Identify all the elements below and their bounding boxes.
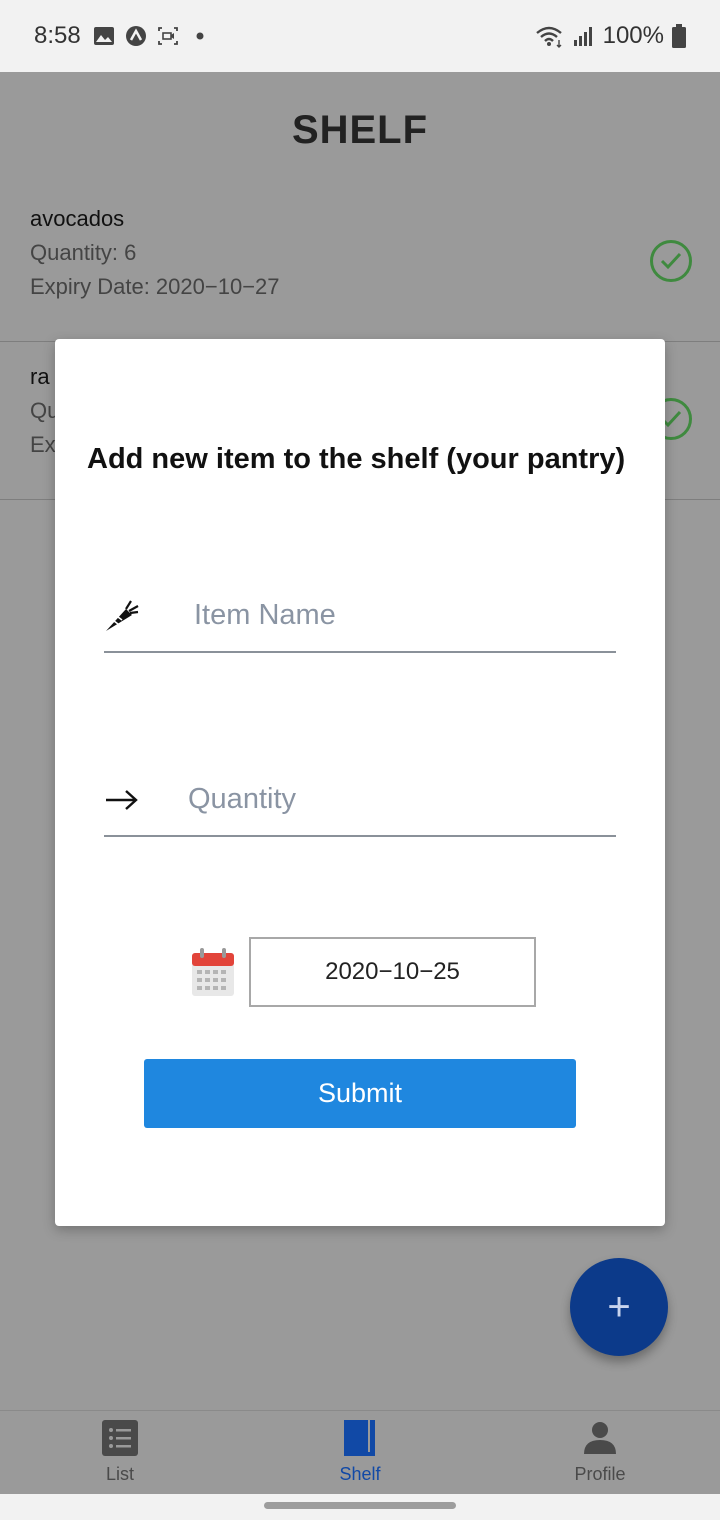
page-title: SHELF: [291, 108, 429, 152]
calendar-icon[interactable]: [191, 947, 235, 997]
list-item[interactable]: avocados Quantity: 6 Expiry Date: 2020−1…: [0, 184, 720, 342]
status-time: 8:58: [34, 22, 81, 49]
home-indicator[interactable]: [264, 1502, 456, 1509]
status-right: 100%: [535, 22, 686, 50]
nav-label-list: List: [105, 1464, 134, 1484]
submit-button[interactable]: Submit: [144, 1059, 576, 1128]
person-icon: [584, 1422, 616, 1454]
item-quantity: Quantity: 6: [30, 240, 137, 265]
item-name: avocados: [30, 206, 125, 231]
carrot-icon: [106, 600, 139, 631]
add-item-button[interactable]: +: [570, 1258, 668, 1356]
app-icon: [125, 26, 146, 46]
nav-item-shelf[interactable]: Shelf: [240, 1411, 480, 1494]
screen-record-icon: [157, 27, 178, 45]
book-icon: [344, 1420, 375, 1456]
expiry-date-picker[interactable]: 2020−10−25: [249, 937, 536, 1007]
dot-icon: [196, 32, 204, 40]
check-circle-icon[interactable]: [650, 240, 692, 282]
battery-icon: [672, 24, 686, 48]
add-item-dialog: Add new item to the shelf (your pantry) …: [55, 339, 665, 1226]
expiry-date-row: 2020−10−25: [191, 937, 536, 1007]
nav-label-profile: Profile: [574, 1464, 626, 1484]
nav-item-list[interactable]: List: [0, 1411, 240, 1494]
quantity-field: [104, 763, 616, 837]
image-icon: [93, 27, 114, 45]
status-icons-left: [93, 25, 211, 47]
wifi-icon: [535, 26, 562, 48]
item-expiry: Expiry Date: 2020−10−27: [30, 274, 280, 299]
signal-icon: [573, 27, 592, 46]
system-home-bar: [0, 1494, 720, 1520]
item-name-input[interactable]: [194, 593, 594, 637]
nav-label-shelf: Shelf: [339, 1464, 381, 1484]
item-name-field: [104, 579, 616, 653]
battery-percent: 100%: [602, 22, 664, 49]
bottom-nav: List Shelf Profile: [0, 1410, 720, 1494]
nav-item-profile[interactable]: Profile: [480, 1411, 720, 1494]
dialog-title: Add new item to the shelf (your pantry): [87, 443, 626, 475]
arrow-right-icon: [106, 790, 138, 810]
list-icon: [102, 1420, 138, 1456]
quantity-input[interactable]: [188, 777, 588, 821]
status-bar: 8:58 100%: [0, 0, 720, 72]
plus-icon: +: [607, 1284, 631, 1329]
